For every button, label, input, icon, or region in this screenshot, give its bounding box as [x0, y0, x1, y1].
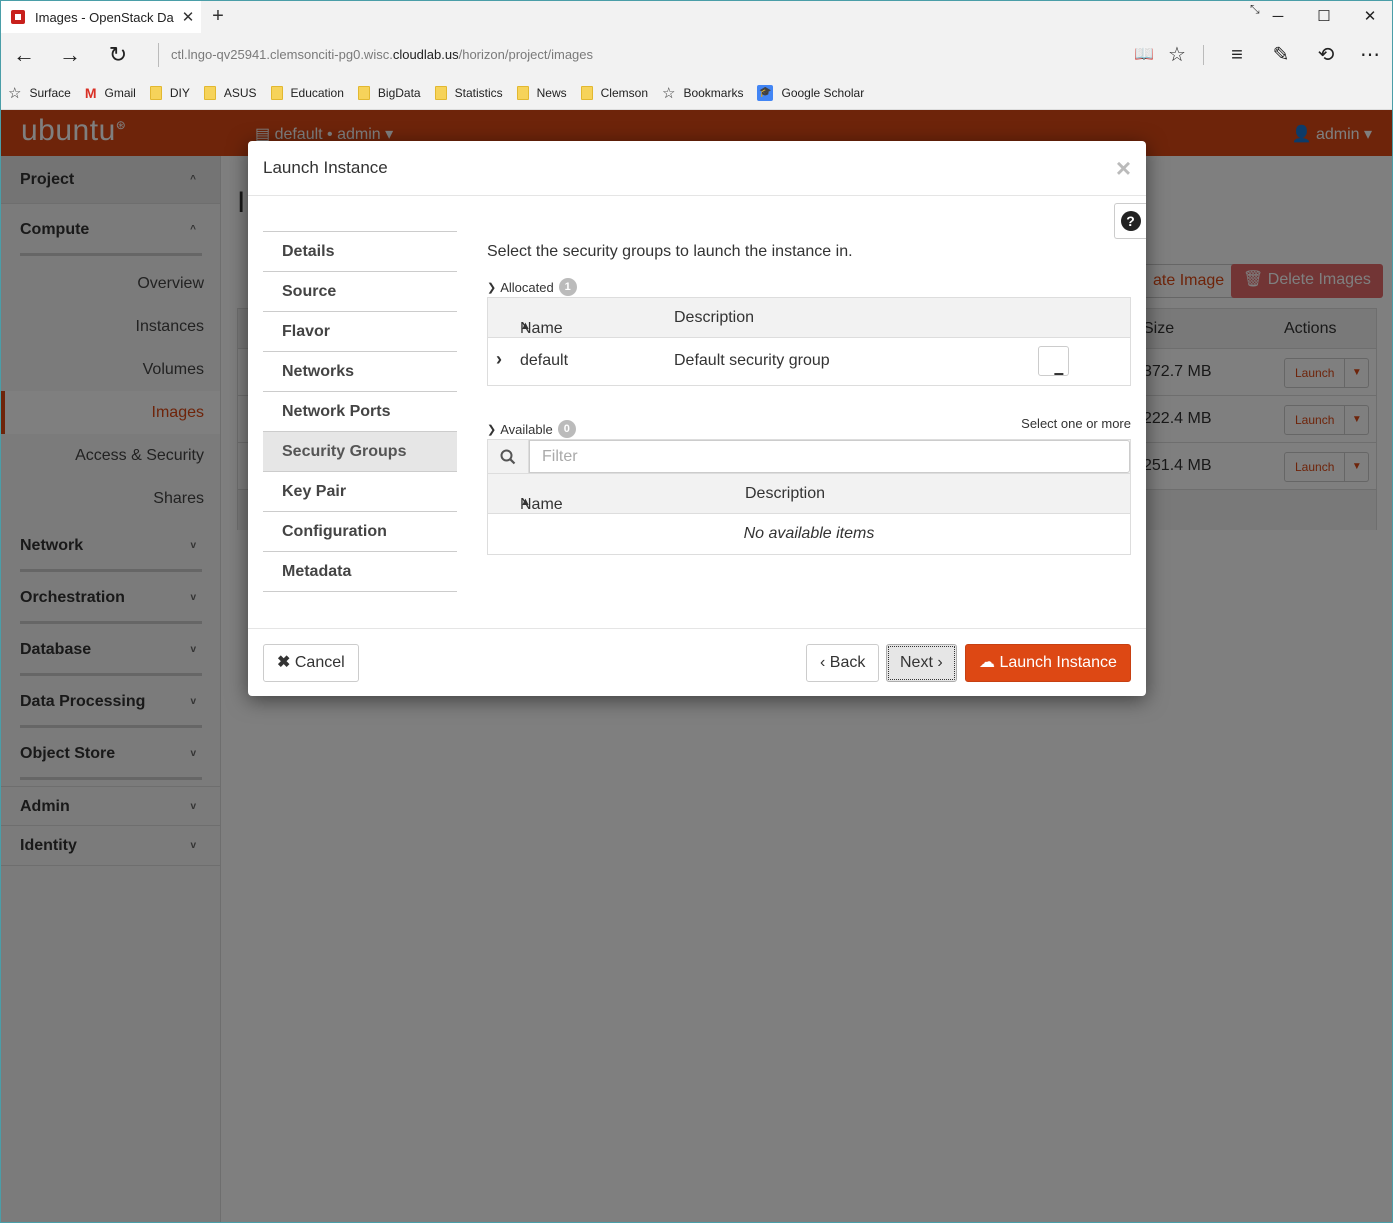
close-icon: ✖ [277, 654, 295, 671]
browser-titlebar: Images - OpenStack Da ✕ + ⤡ ─ ☐ ✕ [0, 0, 1393, 33]
cancel-button[interactable]: ✖ Cancel [263, 644, 359, 682]
wizard-step-details[interactable]: Details [263, 232, 457, 272]
table-row: › default Default security group − [488, 338, 1130, 385]
select-hint: Select one or more [1021, 416, 1131, 431]
favorite-clemson[interactable]: Clemson [580, 86, 648, 100]
chevron-down-icon: ❯ [487, 281, 497, 294]
favorite-diy[interactable]: DIY [149, 86, 190, 100]
folder-icon [434, 86, 447, 100]
allocated-toggle[interactable]: ❯ Allocated 1 [487, 278, 577, 296]
url-path: /horizon/project/images [458, 47, 594, 62]
chevron-down-icon: ❯ [487, 423, 497, 436]
url-prefix: ctl.lngo-qv25941.clemsonciti-pg0.wisc. [171, 47, 393, 62]
favorite-news[interactable]: News [516, 86, 567, 100]
empty-message: No available items [743, 525, 875, 542]
favorite-star-icon[interactable]: ☆ [1161, 41, 1193, 69]
star-icon: ☆ [8, 85, 22, 102]
filter-input[interactable] [529, 440, 1130, 473]
wizard-step-metadata[interactable]: Metadata [263, 552, 457, 592]
wizard-steps: Details Source Flavor Networks Network Ports… [263, 231, 457, 592]
chevron-left-icon: ‹ [820, 654, 830, 671]
favorite-education[interactable]: Education [270, 86, 344, 100]
sort-up-icon: ▲ [520, 496, 531, 508]
favorites-bar: ☆ Surface M Gmail DIY ASUS Education BigData Sta… [0, 77, 1393, 110]
step-help-text: Select the security groups to launch the… [487, 243, 853, 260]
star-icon: ☆ [662, 85, 676, 102]
wizard-step-configuration[interactable]: Configuration [263, 512, 457, 552]
wizard-step-source[interactable]: Source [263, 272, 457, 312]
back-button[interactable]: ‹ Back [806, 644, 880, 682]
allocated-table: Name ▲ Description › default Default secur… [487, 297, 1131, 386]
folder-icon [149, 86, 162, 100]
wizard-step-key-pair[interactable]: Key Pair [263, 472, 457, 512]
col-description: Description [674, 309, 755, 326]
refresh-icon[interactable]: ↻ [102, 39, 134, 71]
back-arrow-icon[interactable]: ← [8, 39, 40, 71]
wizard-step-flavor[interactable]: Flavor [263, 312, 457, 352]
tab-close-icon[interactable]: ✕ [175, 8, 201, 26]
url-host: cloudlab.us [392, 47, 459, 62]
browser-navbar: ← → ↻ ctl.lngo-qv25941.clemsonciti-pg0.w… [0, 33, 1393, 77]
search-icon [488, 440, 529, 473]
google-scholar-icon: 🎓 [757, 85, 774, 101]
col-description: Description [745, 485, 826, 502]
chevron-right-icon: › [932, 654, 943, 671]
available-toggle[interactable]: ❯ Available 0 [487, 420, 576, 438]
sort-up-icon: ▲ [520, 320, 531, 332]
gmail-icon: M [84, 85, 97, 101]
forward-arrow-icon[interactable]: → [54, 39, 86, 71]
reading-view-icon[interactable]: 📖 [1128, 41, 1160, 69]
more-icon[interactable]: ⋯ [1354, 41, 1386, 69]
group-name: default [520, 352, 569, 369]
favorite-bookmarks[interactable]: ☆ Bookmarks [662, 84, 743, 102]
close-icon[interactable]: × [1116, 153, 1131, 184]
openstack-favicon-icon [11, 10, 25, 24]
address-bar[interactable]: ctl.lngo-qv25941.clemsonciti-pg0.wisc.cl… [158, 43, 1058, 67]
new-tab-button[interactable]: + [206, 4, 230, 28]
web-note-icon[interactable]: ✎ [1265, 41, 1297, 69]
group-description: Default security group [674, 352, 830, 369]
favorite-bigdata[interactable]: BigData [357, 86, 421, 100]
available-table: Name ▲ Description No available items [487, 439, 1131, 555]
maximize-icon[interactable]: ☐ [1301, 0, 1347, 33]
folder-icon [203, 86, 216, 100]
cloud-upload-icon: ☁ [979, 654, 1000, 671]
folder-icon [270, 86, 283, 100]
folder-icon [357, 86, 370, 100]
wizard-step-security-groups[interactable]: Security Groups [263, 432, 457, 472]
available-count-badge: 0 [557, 420, 576, 438]
wizard-step-networks[interactable]: Networks [263, 352, 457, 392]
help-button[interactable]: ? [1114, 203, 1146, 239]
modal-title: Launch Instance [263, 158, 388, 177]
folder-icon [580, 86, 593, 100]
folder-icon [516, 86, 529, 100]
launch-instance-modal: Launch Instance × ? Details Source Flavor N… [248, 141, 1146, 696]
favorite-statistics[interactable]: Statistics [434, 86, 503, 100]
help-icon: ? [1120, 211, 1141, 231]
browser-tab[interactable]: Images - OpenStack Da ✕ [1, 1, 201, 33]
hub-icon[interactable]: ≡ [1221, 41, 1253, 69]
wizard-step-network-ports[interactable]: Network Ports [263, 392, 457, 432]
favorite-google-scholar[interactable]: 🎓 Google Scholar [757, 85, 864, 101]
tab-title: Images - OpenStack Da [35, 9, 174, 25]
minus-icon: − [1053, 364, 1065, 384]
allocated-count-badge: 1 [558, 278, 577, 296]
deallocate-button[interactable]: − [1038, 346, 1069, 384]
favorite-surface[interactable]: ☆ Surface [8, 84, 71, 102]
security-groups-step: Select the security groups to launch the… [487, 241, 1131, 555]
favorite-asus[interactable]: ASUS [203, 86, 257, 100]
favorite-gmail[interactable]: M Gmail [85, 85, 136, 101]
share-icon[interactable]: ⟲ [1310, 41, 1342, 69]
minimize-icon[interactable]: ─ [1255, 0, 1301, 33]
next-button[interactable]: Next › [886, 644, 957, 682]
window-close-icon[interactable]: ✕ [1347, 0, 1393, 33]
launch-instance-button[interactable]: ☁ Launch Instance [965, 644, 1131, 682]
expand-chevron-icon[interactable]: › [496, 349, 502, 370]
